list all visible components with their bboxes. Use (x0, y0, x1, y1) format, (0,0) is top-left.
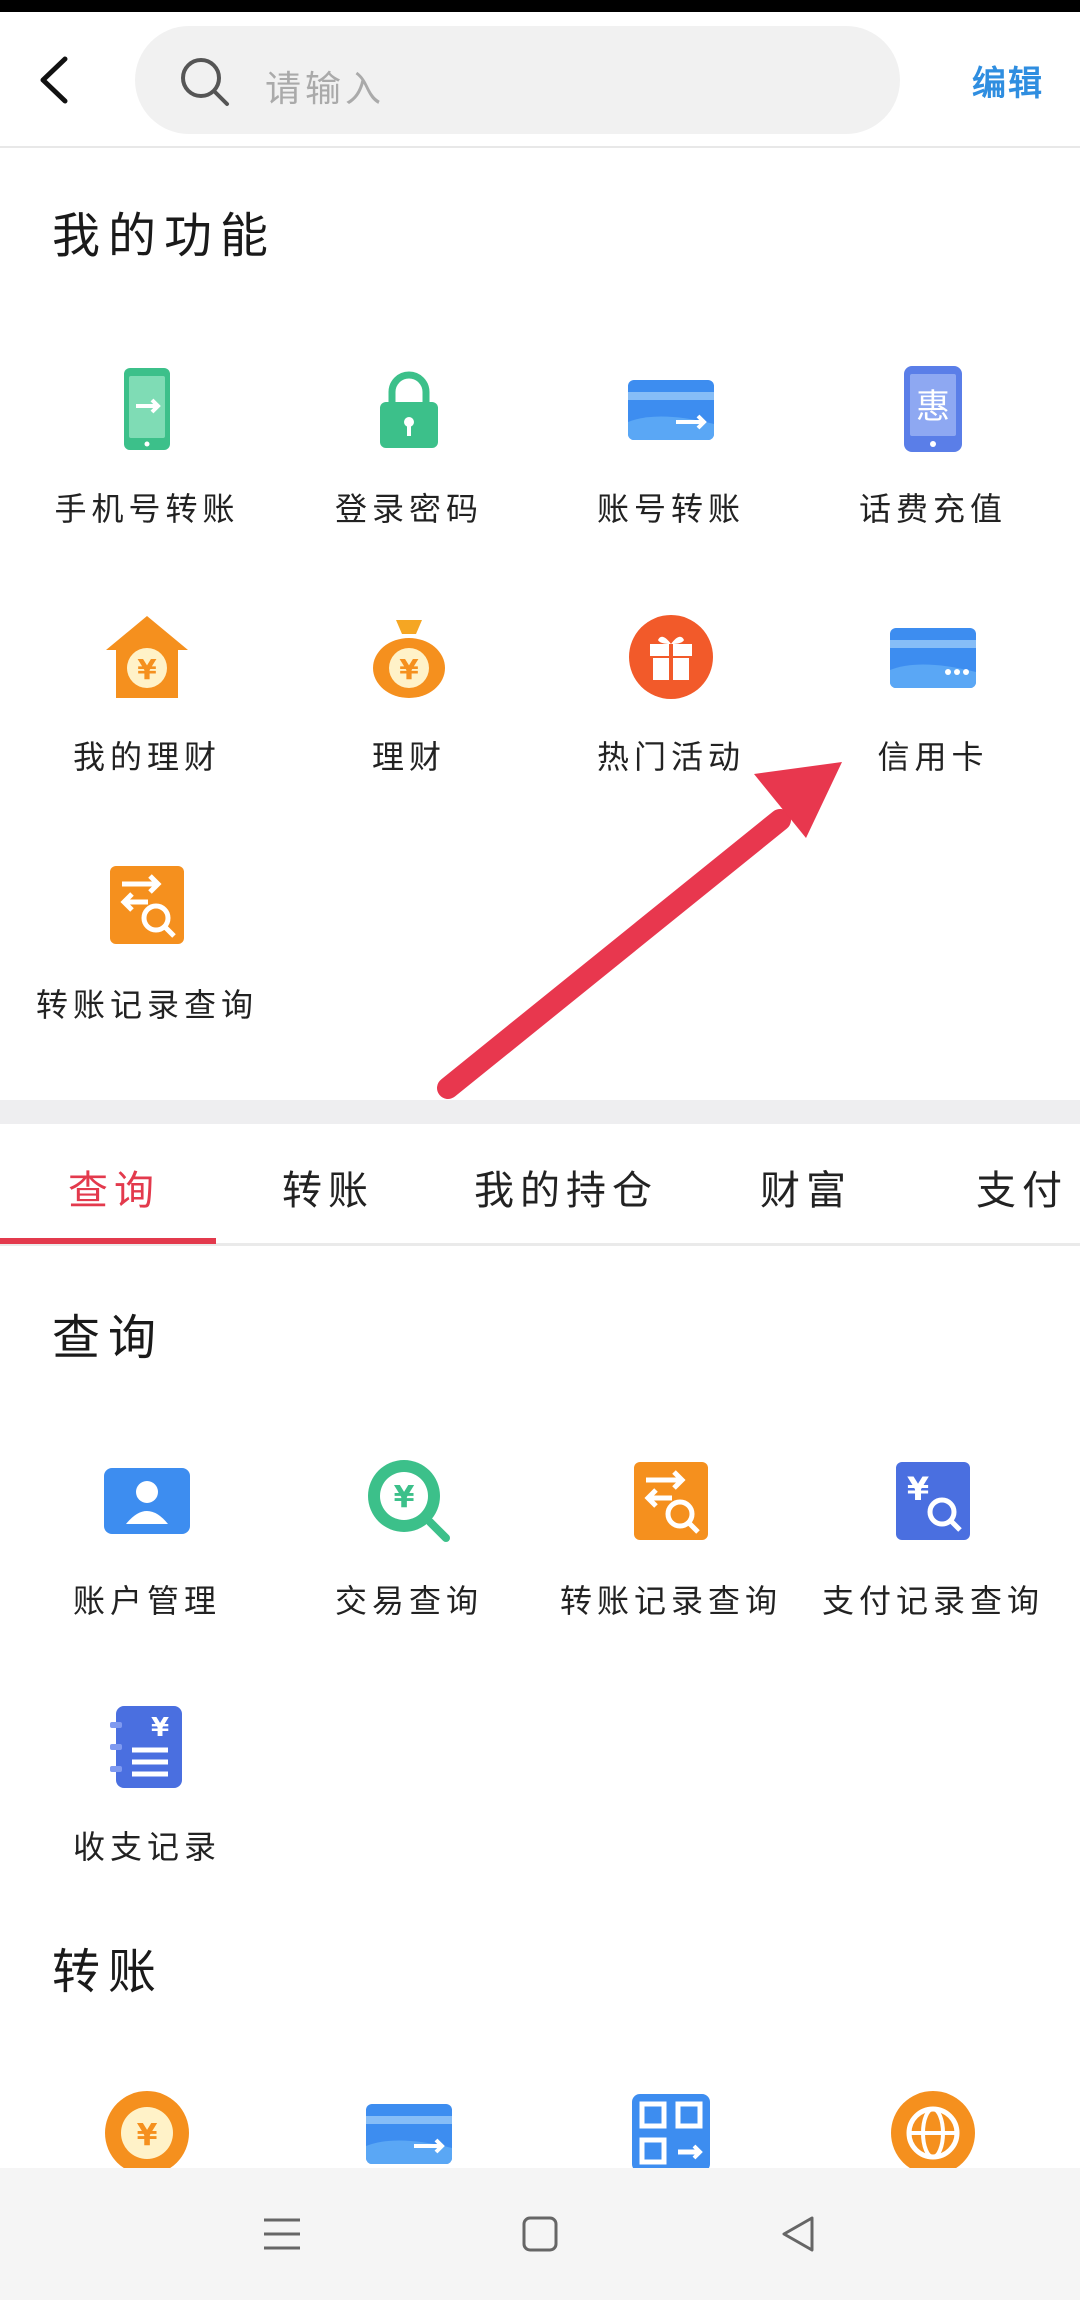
square-home-icon (522, 2216, 558, 2252)
transfer-section-title: 转账 (52, 1944, 165, 2000)
query-label: 支付记录查询 (821, 1582, 1044, 1620)
search-input[interactable]: 请输入 (135, 26, 900, 134)
status-bar (0, 0, 1080, 12)
tab-wealth[interactable]: 财富 (760, 1158, 852, 1216)
account-manage-icon (104, 1468, 190, 1534)
card-transfer-icon (366, 2104, 452, 2164)
category-tabs: 查询 转账 我的持仓 财富 支付 (0, 1124, 1080, 1246)
card-transfer-icon (628, 380, 714, 440)
tab-query[interactable]: 查询 (68, 1158, 160, 1216)
function-label: 话费充值 (858, 490, 1007, 528)
function-label: 转账记录查询 (35, 986, 258, 1024)
function-label: 信用卡 (877, 738, 989, 776)
ledger-icon: ¥ (110, 1706, 182, 1788)
app-screen: 请输入 编辑 我的功能 手机号转账 登录密码 账号转账 惠 话费充值 ¥ 我的理… (0, 0, 1080, 2300)
query-item-transfer-record[interactable]: 转账记录查询 (540, 1458, 802, 1658)
query-label: 转账记录查询 (559, 1582, 782, 1620)
transfer-record-icon (634, 1462, 708, 1540)
function-item-hot-activity[interactable]: 热门活动 (540, 614, 802, 814)
transfer-record-icon (110, 866, 184, 944)
phone-recharge-icon: 惠 (904, 366, 962, 452)
home-button[interactable] (508, 2204, 572, 2264)
transaction-search-icon: ¥ (368, 1460, 450, 1542)
function-label: 登录密码 (334, 490, 483, 528)
tab-my-holdings[interactable]: 我的持仓 (474, 1158, 658, 1216)
svg-text:惠: 惠 (916, 387, 950, 427)
query-label: 收支记录 (72, 1828, 221, 1866)
credit-card-icon (890, 628, 976, 688)
section-divider (0, 1100, 1080, 1124)
yuan-coin-icon: ¥ (105, 2091, 189, 2175)
svg-text:¥: ¥ (151, 1713, 169, 1743)
function-item-wealth[interactable]: ¥ 理财 (278, 614, 540, 814)
money-bag-icon: ¥ (373, 620, 445, 698)
function-item-account-transfer[interactable]: 账号转账 (540, 366, 802, 566)
menu-icon (264, 2218, 300, 2250)
svg-text:¥: ¥ (399, 653, 419, 686)
house-yuan-icon: ¥ (106, 616, 188, 698)
function-label: 我的理财 (72, 738, 221, 776)
payment-record-icon: ¥ (896, 1462, 970, 1540)
top-bar: 请输入 编辑 (0, 12, 1080, 148)
svg-text:¥: ¥ (907, 1470, 929, 1508)
phone-transfer-icon (124, 368, 170, 450)
function-label: 理财 (371, 738, 446, 776)
back-nav-button[interactable] (766, 2204, 830, 2264)
search-placeholder: 请输入 (265, 69, 386, 110)
query-label: 账户管理 (72, 1582, 221, 1620)
query-label: 交易查询 (334, 1582, 483, 1620)
tab-transfer[interactable]: 转账 (282, 1158, 374, 1216)
edit-button[interactable]: 编辑 (972, 56, 1044, 105)
back-button[interactable] (24, 42, 84, 118)
gift-icon (629, 615, 713, 699)
globe-coin-icon (891, 2091, 975, 2175)
function-label: 账号转账 (596, 490, 745, 528)
function-label: 热门活动 (596, 738, 745, 776)
function-item-phone-recharge[interactable]: 惠 话费充值 (802, 366, 1064, 566)
qr-code-icon (632, 2094, 710, 2172)
system-nav-bar (0, 2168, 1080, 2300)
function-item-login-password[interactable]: 登录密码 (278, 366, 540, 566)
svg-text:¥: ¥ (137, 653, 157, 686)
query-item-payment-record[interactable]: ¥ 支付记录查询 (802, 1458, 1064, 1658)
active-tab-indicator (0, 1238, 216, 1244)
function-label: 手机号转账 (54, 490, 240, 528)
function-item-my-wealth[interactable]: ¥ 我的理财 (16, 614, 278, 814)
query-section-title: 查询 (52, 1310, 165, 1366)
my-functions-title: 我的功能 (52, 208, 277, 264)
search-icon (181, 58, 229, 106)
function-item-transfer-record[interactable]: 转账记录查询 (16, 862, 278, 1062)
function-item-phone-transfer[interactable]: 手机号转账 (16, 366, 278, 566)
query-item-ledger[interactable]: ¥ 收支记录 (16, 1704, 278, 1904)
triangle-back-icon (782, 2216, 814, 2252)
svg-text:¥: ¥ (394, 1480, 415, 1515)
lock-icon (380, 371, 438, 448)
query-item-transaction-search[interactable]: ¥ 交易查询 (278, 1458, 540, 1658)
query-item-account-manage[interactable]: 账户管理 (16, 1458, 278, 1658)
svg-text:¥: ¥ (137, 2118, 158, 2153)
menu-button[interactable] (250, 2204, 314, 2264)
function-item-credit-card[interactable]: 信用卡 (802, 614, 1064, 814)
tab-payment[interactable]: 支付 (976, 1158, 1068, 1216)
chevron-left-icon (40, 56, 68, 104)
